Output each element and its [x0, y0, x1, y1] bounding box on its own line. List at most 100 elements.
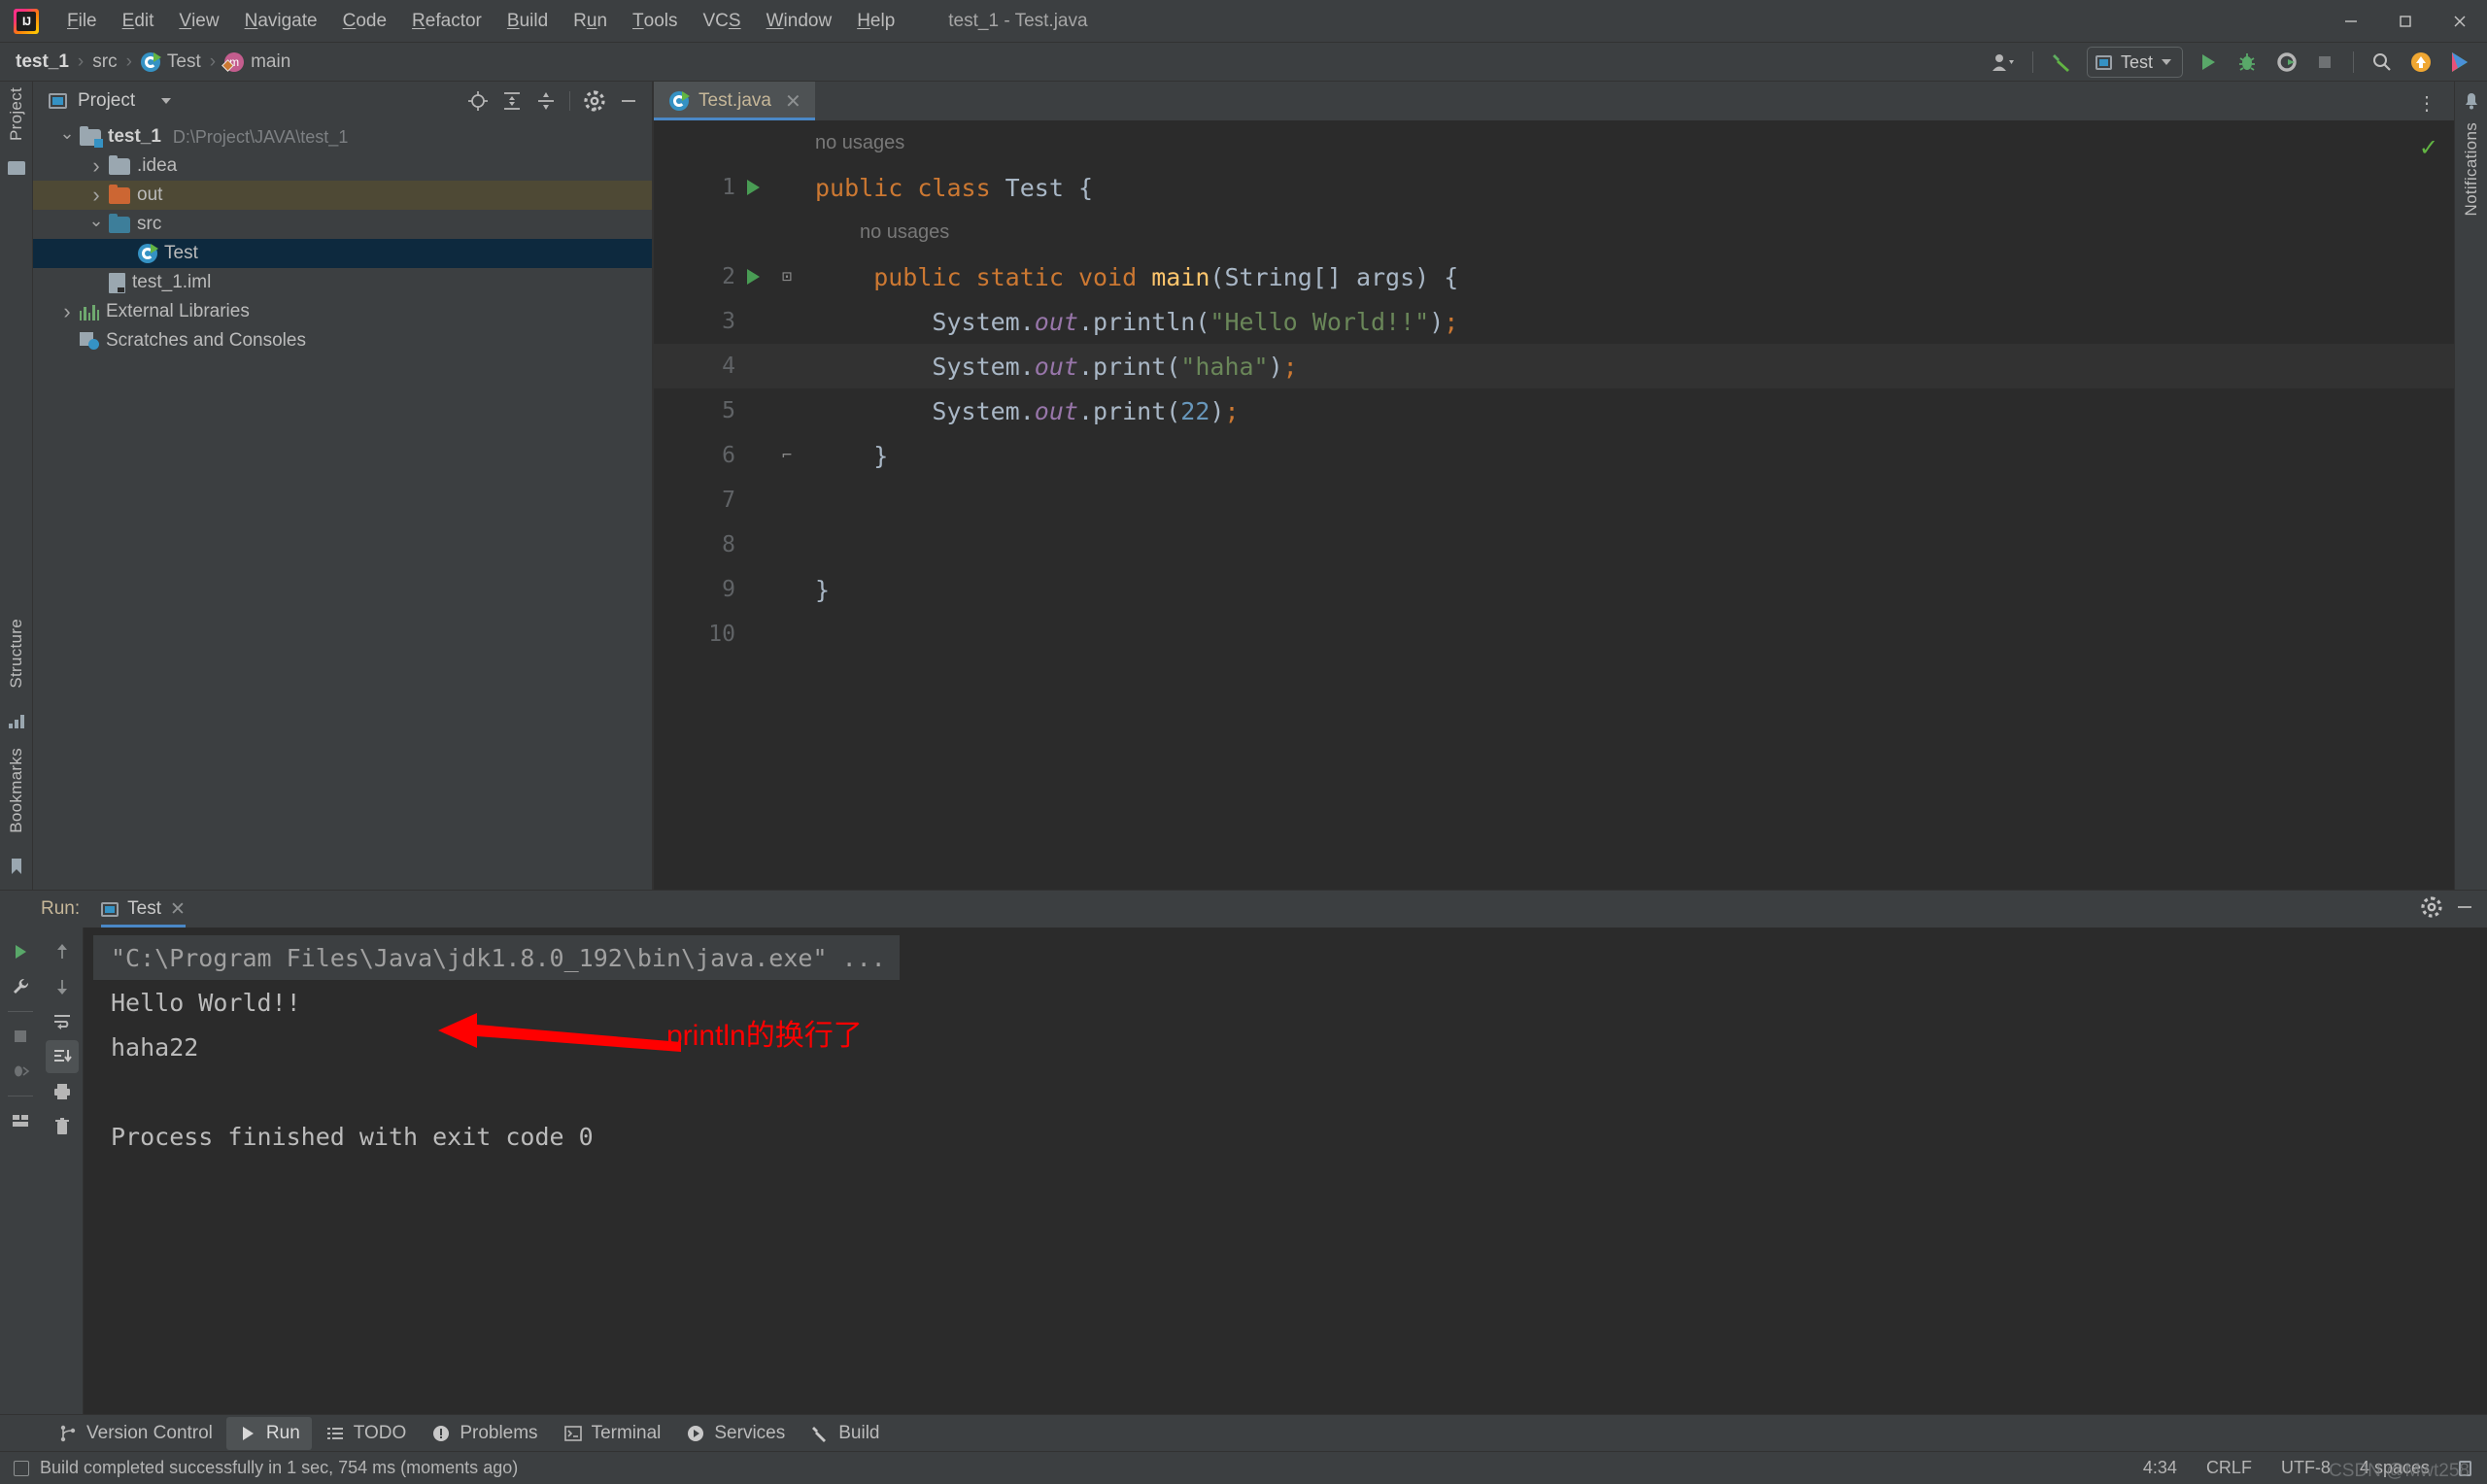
breadcrumb-item-test[interactable]: Test — [140, 51, 201, 73]
locate-icon[interactable] — [461, 86, 494, 116]
console-output[interactable]: "C:\Program Files\Java\jdk1.8.0_192\bin\… — [84, 928, 2487, 1414]
bottom-tab-build[interactable]: Build — [799, 1417, 891, 1450]
rail-label-project[interactable]: Project — [7, 82, 26, 152]
line-separator[interactable]: CRLF — [2206, 1458, 2252, 1478]
down-arrow-icon[interactable] — [46, 970, 79, 1003]
update-icon[interactable] — [2403, 46, 2438, 79]
code-line[interactable]: 6 ⌐ } — [654, 433, 2454, 478]
breadcrumb-item-main[interactable]: m main — [224, 51, 290, 73]
stop-icon[interactable] — [4, 1020, 37, 1053]
chevron-right-icon[interactable] — [84, 185, 109, 206]
hide-panel-icon[interactable] — [612, 86, 644, 116]
usage-hint[interactable]: no usages — [860, 221, 949, 244]
structure-icon[interactable] — [6, 711, 27, 730]
rail-label-bookmarks[interactable]: Bookmarks — [7, 742, 26, 845]
soft-wrap-icon[interactable] — [46, 1005, 79, 1038]
search-icon[interactable] — [2365, 46, 2400, 79]
code-fold-marker[interactable]: ⌐ — [782, 446, 792, 465]
tree-node--idea[interactable]: .idea — [33, 152, 652, 181]
debug-icon[interactable] — [2230, 46, 2265, 79]
menu-view[interactable]: View — [166, 0, 231, 42]
code-line[interactable]: no usages — [654, 210, 2454, 254]
tree-node-test-1[interactable]: test_1 D:\Project\JAVA\test_1 — [33, 122, 652, 152]
menu-navigate[interactable]: Navigate — [232, 0, 330, 42]
chevron-down-icon[interactable] — [161, 98, 172, 104]
file-encoding[interactable]: UTF-8 — [2281, 1458, 2331, 1478]
inspection-status-badge[interactable]: ✓ — [2419, 134, 2438, 162]
breadcrumb[interactable]: test_1 › src › Test › m main — [0, 51, 290, 73]
editor-tab-test-java[interactable]: Test.java ✕ — [654, 82, 815, 120]
tree-node-out[interactable]: out — [33, 181, 652, 210]
trash-icon[interactable] — [46, 1110, 79, 1143]
chevron-right-icon[interactable] — [84, 155, 109, 177]
code-line[interactable]: 2 ⊡ public static void main(String[] args… — [654, 254, 2454, 299]
menu-tools[interactable]: Tools — [620, 0, 690, 42]
expand-all-icon[interactable] — [495, 86, 528, 116]
breadcrumb-item-test-1[interactable]: test_1 — [16, 51, 69, 73]
ide-icon[interactable] — [2442, 46, 2477, 79]
menu-build[interactable]: Build — [494, 0, 561, 42]
tree-node-src[interactable]: src — [33, 210, 652, 239]
code-line[interactable]: 4 System.out.print("haha"); — [654, 344, 2454, 388]
code-line[interactable]: 10 — [654, 612, 2454, 657]
tree-node-test[interactable]: Test — [33, 239, 652, 268]
bottom-tab-version-control[interactable]: Version Control — [47, 1417, 224, 1450]
close-button[interactable] — [2433, 0, 2487, 43]
bottom-tab-todo[interactable]: TODO — [314, 1417, 419, 1450]
rerun-icon[interactable] — [4, 935, 37, 968]
run-configuration-selector[interactable]: Test — [2086, 47, 2183, 78]
chevron-down-icon[interactable] — [54, 128, 80, 146]
rail-label-notifications[interactable]: Notifications — [2462, 117, 2481, 228]
menu-vcs[interactable]: VC S — [691, 0, 754, 42]
chevron-right-icon[interactable] — [54, 301, 80, 322]
menu-bar[interactable]: File Edit View Navigate Code Refactor Build Ru n… — [54, 0, 907, 42]
bottom-tab-problems[interactable]: Problems — [420, 1417, 549, 1450]
rerun-failed-icon[interactable] — [4, 1055, 37, 1088]
tree-node-test-1-iml[interactable]: test_1.iml — [33, 268, 652, 297]
wrench-icon[interactable] — [4, 970, 37, 1003]
code-line[interactable]: 3 System.out.println("Hello World!!"); — [654, 299, 2454, 344]
build-hammer-icon[interactable] — [2044, 46, 2079, 79]
editor-options-icon[interactable]: ⋮ — [2417, 91, 2438, 116]
code-line[interactable]: 9} — [654, 567, 2454, 612]
gutter-run-icon[interactable] — [747, 180, 760, 195]
menu-code[interactable]: Code — [330, 0, 399, 42]
run-icon[interactable] — [2191, 46, 2226, 79]
bottom-tab-services[interactable]: Services — [674, 1417, 797, 1450]
menu-edit[interactable]: Edit — [110, 0, 167, 42]
project-panel-title[interactable]: Project — [49, 90, 172, 112]
settings-gear-icon[interactable] — [2421, 895, 2442, 923]
settings-gear-icon[interactable] — [578, 86, 610, 116]
run-tab-test[interactable]: Test ✕ — [101, 891, 186, 928]
code-fold-marker[interactable]: ⊡ — [782, 267, 792, 287]
stop-icon[interactable] — [2307, 46, 2342, 79]
usage-hint[interactable]: no usages — [815, 132, 904, 154]
menu-help[interactable]: Help — [844, 0, 907, 42]
maximize-button[interactable] — [2378, 0, 2433, 43]
minimize-button[interactable] — [2324, 0, 2378, 43]
code-line[interactable]: 7 — [654, 478, 2454, 523]
gutter-run-icon[interactable] — [747, 269, 760, 285]
menu-run[interactable]: Run — [561, 0, 620, 42]
tree-node-external-libraries[interactable]: External Libraries — [33, 297, 652, 326]
code-line[interactable]: 5 System.out.print(22); — [654, 388, 2454, 433]
code-line[interactable]: 1 public class Test { — [654, 165, 2454, 210]
project-folder-icon[interactable] — [6, 158, 27, 178]
up-arrow-icon[interactable] — [46, 935, 79, 968]
menu-refactor[interactable]: Refactor — [399, 0, 494, 42]
notifications-bell-icon[interactable] — [2461, 91, 2482, 111]
caret-position[interactable]: 4:34 — [2143, 1458, 2177, 1478]
code-line[interactable]: 8 — [654, 523, 2454, 567]
chevron-down-icon[interactable] — [84, 216, 109, 233]
tree-node-scratches-and-consoles[interactable]: Scratches and Consoles — [33, 326, 652, 355]
bottom-tab-terminal[interactable]: Terminal — [552, 1417, 673, 1450]
code-line[interactable]: no usages — [654, 120, 2454, 165]
bookmark-icon[interactable] — [6, 857, 27, 876]
code-editor[interactable]: no usages 1 public class Test { no usages 2 ⊡… — [654, 120, 2454, 890]
menu-file[interactable]: File — [54, 0, 110, 42]
project-tree[interactable]: test_1 D:\Project\JAVA\test_1 .idea out srcT… — [33, 120, 652, 890]
print-icon[interactable] — [46, 1075, 79, 1108]
run-with-coverage-icon[interactable] — [2268, 46, 2303, 79]
layout-icon[interactable] — [4, 1104, 37, 1137]
breadcrumb-item-src[interactable]: src — [92, 51, 117, 73]
